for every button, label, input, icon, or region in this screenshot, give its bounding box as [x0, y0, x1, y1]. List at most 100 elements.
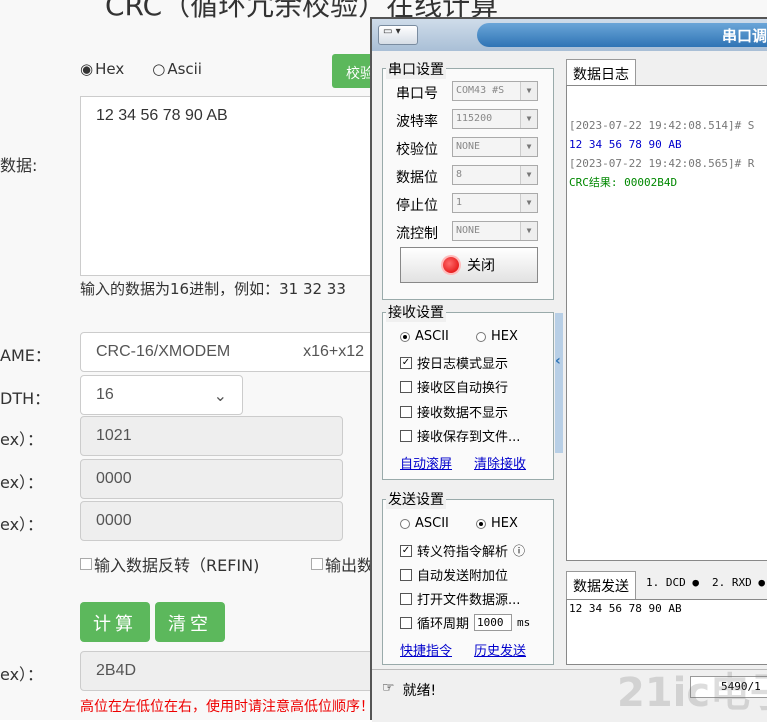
recv-autowrap-label: 接收区自动换行	[417, 381, 509, 396]
poly-label: ex）：	[0, 430, 44, 449]
radio-ascii-label: Ascii	[167, 60, 202, 78]
warning-text: 高位在左低位在右，使用时请注意高低位顺序！！！	[80, 699, 402, 715]
shortcut-link[interactable]: 快捷指令	[400, 640, 452, 659]
recv-hex-dot	[476, 331, 486, 342]
status-text: 就绪!	[402, 683, 437, 699]
chevron-down-icon: ▼	[520, 110, 537, 128]
port-settings-title: 串口设置	[386, 59, 446, 79]
port-value: COM43 #S	[456, 85, 505, 96]
send-autoappend-box	[400, 568, 412, 581]
flow-select[interactable]: NONE ▼	[452, 221, 538, 241]
history-link[interactable]: 历史发送	[474, 640, 526, 659]
poly-field[interactable]: 1021	[80, 416, 343, 456]
width-label: DTH：	[0, 389, 51, 408]
clear-receive-link[interactable]: 清除接收	[474, 453, 526, 472]
recv-autowrap-checkbox[interactable]: 接收区自动换行	[400, 377, 508, 396]
radio-hex-icon: ◉	[80, 60, 94, 78]
calc-button[interactable]: 计算	[80, 602, 150, 642]
log-line: 12 34 56 78 90 AB	[569, 138, 682, 151]
crc-name-value: CRC-16/XMODEM	[96, 343, 231, 360]
log-line: [2023-07-22 19:42:08.514]# S	[569, 119, 755, 132]
log-pane: [2023-07-22 19:42:08.514]# S 12 34 56 78…	[566, 85, 767, 561]
result-field[interactable]: 2B4D	[80, 651, 380, 691]
stopbits-select[interactable]: 1 ▼	[452, 193, 538, 213]
width-select[interactable]: 16 ⌄	[80, 375, 243, 415]
parity-select[interactable]: NONE ▼	[452, 137, 538, 157]
rxd-indicator: 2. RXD ●	[712, 576, 765, 589]
clear-button[interactable]: 清空	[155, 602, 225, 642]
databits-value: 8	[456, 169, 463, 180]
flow-label: 流控制	[396, 226, 438, 242]
send-escape-label: 转义符指令解析	[417, 545, 509, 560]
send-autoappend-checkbox[interactable]: 自动发送附加位	[400, 565, 508, 584]
port-select[interactable]: COM43 #S ▼	[452, 81, 538, 101]
input-hint: 输入的数据为16进制，例如：31 32 33	[80, 280, 346, 298]
cycle-unit: ms	[517, 616, 531, 629]
send-cycle-checkbox[interactable]: 循环周期 1000 ms	[400, 613, 530, 632]
cycle-input[interactable]: 1000	[474, 614, 513, 631]
stopbits-value: 1	[456, 197, 463, 208]
recv-save-box	[400, 429, 412, 442]
send-hex-dot	[476, 518, 486, 529]
collapse-arrow-icon[interactable]: ‹	[555, 353, 561, 369]
receive-settings-title: 接收设置	[386, 302, 446, 322]
refin-label: 输入数据反转（REFIN)	[94, 556, 260, 575]
xorout-field[interactable]: 0000	[80, 501, 343, 541]
recv-hex-radio[interactable]: HEX	[476, 329, 518, 344]
auto-scroll-link[interactable]: 自动滚屏	[400, 453, 452, 472]
databits-select[interactable]: 8 ▼	[452, 165, 538, 185]
databits-label: 数据位	[396, 170, 438, 186]
send-ascii-radio[interactable]: ASCII	[400, 516, 449, 531]
send-ascii-dot	[400, 518, 410, 529]
input-format-radio-group: ◉ Hex ○ Ascii	[80, 60, 202, 78]
recv-nodisplay-checkbox[interactable]: 接收数据不显示	[400, 402, 508, 421]
send-escape-checkbox[interactable]: ✓ 转义符指令解析 ⓘ	[400, 541, 525, 560]
send-hex-radio[interactable]: HEX	[476, 516, 518, 531]
crc-name-select[interactable]: CRC-16/XMODEM x16+x12	[80, 332, 380, 372]
window-title: 串口调	[721, 27, 767, 45]
dcd-dot-icon: ●	[692, 576, 699, 589]
refin-box	[80, 558, 92, 570]
tab-data-log[interactable]: 数据日志	[566, 59, 636, 88]
recv-ascii-label: ASCII	[415, 329, 449, 344]
send-autoappend-label: 自动发送附加位	[417, 569, 509, 584]
chevron-down-icon: ⌄	[213, 388, 227, 405]
close-port-button[interactable]: 关闭	[400, 247, 538, 283]
radio-ascii[interactable]: ○ Ascii	[152, 60, 202, 78]
radio-hex-label: Hex	[95, 60, 125, 78]
refin-checkbox[interactable]: 输入数据反转（REFIN)	[80, 552, 259, 576]
recv-save-label: 接收保存到文件...	[417, 430, 521, 445]
init-field[interactable]: 0000	[80, 459, 343, 499]
radio-hex[interactable]: ◉ Hex	[80, 60, 124, 78]
recv-ascii-radio[interactable]: ASCII	[400, 329, 449, 344]
check-icon: ✓	[400, 356, 412, 369]
send-settings-title: 发送设置	[386, 489, 446, 509]
recv-save-checkbox[interactable]: 接收保存到文件...	[400, 426, 520, 445]
pointing-hand-icon: ☞	[382, 680, 395, 696]
data-input[interactable]: 12 34 56 78 90 AB	[80, 96, 380, 276]
check-icon: ✓	[400, 544, 412, 557]
dcd-indicator: 1. DCD ●	[646, 576, 699, 589]
close-port-label: 关闭	[467, 258, 495, 274]
port-status-icon	[443, 257, 459, 273]
tab-data-send[interactable]: 数据发送	[566, 571, 636, 600]
chevron-down-icon: ▼	[520, 194, 537, 212]
xorout-label: ex）：	[0, 515, 44, 534]
send-openfile-label: 打开文件数据源...	[417, 593, 521, 608]
system-menu-button[interactable]: ▭ ▾	[378, 25, 418, 45]
info-icon[interactable]: ⓘ	[513, 542, 525, 559]
send-openfile-checkbox[interactable]: 打开文件数据源...	[400, 589, 520, 608]
data-label: 数据:	[0, 156, 38, 175]
dcd-label: 1. DCD	[646, 576, 686, 589]
title-bar: ▭ ▾ 串口调	[372, 19, 767, 51]
refout-checkbox[interactable]: 输出数	[311, 552, 373, 576]
refout-box	[311, 558, 323, 570]
baud-select[interactable]: 115200 ▼	[452, 109, 538, 129]
recv-hex-label: HEX	[491, 329, 518, 344]
send-input[interactable]: 12 34 56 78 90 AB	[566, 599, 767, 665]
splitter-handle[interactable]	[555, 313, 563, 453]
recv-autowrap-box	[400, 380, 412, 393]
recv-log-mode-checkbox[interactable]: ✓ 按日志模式显示	[400, 353, 508, 372]
parity-value: NONE	[456, 141, 481, 152]
baud-value: 115200	[456, 113, 493, 124]
